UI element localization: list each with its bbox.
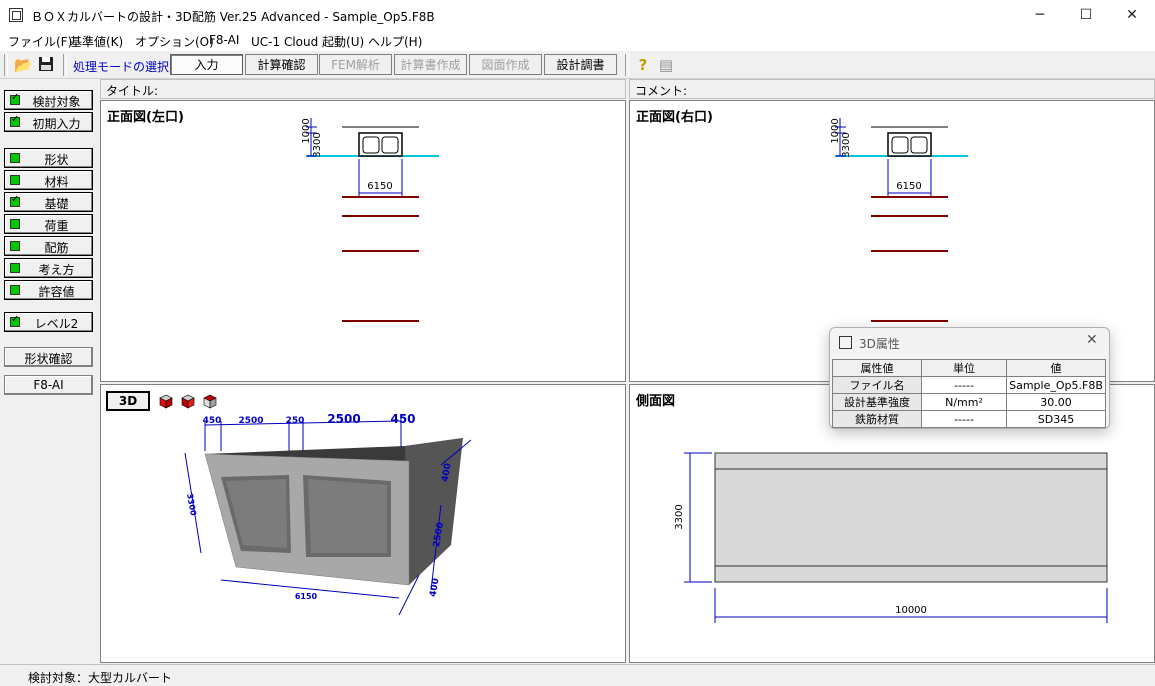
- sidebar-item-allowable[interactable]: 許容値: [4, 280, 93, 300]
- dim-width: 6150: [367, 181, 392, 192]
- dim-3d-d4: 2500: [327, 412, 360, 426]
- table-row: 設計基準強度 N/mm² 30.00: [832, 393, 1106, 411]
- shape-check-button[interactable]: 形状確認: [4, 347, 93, 367]
- col-header-attribute: 属性値: [832, 359, 922, 377]
- dim-3d-h3: 400: [428, 578, 441, 598]
- dim-height: 3300: [841, 132, 852, 157]
- dim-3d-width: 6150: [295, 592, 318, 601]
- design-sheet-button[interactable]: 設計調書: [544, 54, 617, 75]
- title-header: タイトル:: [100, 79, 626, 99]
- comment-label: コメント:: [635, 84, 688, 98]
- dim-side-length: 10000: [895, 605, 927, 616]
- info-card-icon[interactable]: ▤: [657, 56, 675, 74]
- attr-value[interactable]: SD345: [1006, 410, 1106, 428]
- toolbar-separator: [63, 54, 67, 76]
- menu-file[interactable]: ファイル(F): [8, 33, 72, 50]
- menu-uc1-cloud[interactable]: UC-1 Cloud 起動(U): [251, 33, 364, 50]
- sidebar-item-rebar[interactable]: 配筋: [4, 236, 93, 256]
- sidebar-item-material[interactable]: 材料: [4, 170, 93, 190]
- status-icon: [10, 219, 20, 229]
- sidebar-item-level2[interactable]: レベル2: [4, 312, 93, 332]
- status-icon: [10, 175, 20, 185]
- check-icon: [10, 114, 20, 127]
- sidebar-item-shape[interactable]: 形状: [4, 148, 93, 168]
- attr-value[interactable]: 30.00: [1006, 393, 1106, 411]
- table-row: ファイル名 ----- Sample_Op5.F8B: [832, 376, 1106, 394]
- col-header-unit: 単位: [921, 359, 1007, 377]
- close-icon[interactable]: ✕: [1086, 332, 1098, 348]
- menu-options[interactable]: オプション(O): [135, 33, 214, 50]
- dialog-title: 3D属性: [859, 337, 900, 351]
- sidebar-item-initial-input[interactable]: 初期入力: [4, 112, 93, 132]
- mode-select-label: 処理モードの選択: [73, 60, 170, 74]
- status-icon: [10, 153, 20, 163]
- dim-3d-d2: 2500: [238, 416, 263, 426]
- fem-analysis-button[interactable]: FEM解析: [319, 54, 392, 75]
- dim-3d-height: 3300: [185, 493, 198, 517]
- toolbar-grip: [4, 54, 8, 76]
- menu-f8ai[interactable]: F8-AI: [209, 33, 239, 47]
- dim-3d-d1: 450: [203, 416, 222, 426]
- attr-unit: -----: [921, 376, 1007, 394]
- report-create-button[interactable]: 計算書作成: [394, 54, 467, 75]
- view-3d-pane: 3D 450 2500 250 2500 450 400 2500 400 33…: [100, 384, 626, 663]
- open-folder-icon[interactable]: 📂: [14, 56, 33, 74]
- app-icon: [839, 336, 852, 349]
- maximize-button[interactable]: ☐: [1063, 0, 1109, 31]
- check-icon: [10, 314, 20, 327]
- front-view-left-pane: 正面図(左口) 1000 3300 6150: [100, 100, 626, 382]
- front-view-left-drawing: 1000 3300 6150: [301, 118, 439, 322]
- attr-value[interactable]: Sample_Op5.F8B: [1006, 376, 1106, 394]
- 3d-attributes-dialog: 3D属性 ✕ 属性値 単位 値 ファイル名 ----- Sample_Op5.F…: [829, 327, 1110, 429]
- check-icon: [10, 92, 20, 105]
- dim-height: 3300: [312, 132, 323, 157]
- attr-name: ファイル名: [832, 376, 922, 394]
- sidebar: 検討対象 初期入力 形状 材料 基礎 荷重 配筋 考え方 許容値 レベル2 形状…: [0, 79, 98, 662]
- minimize-button[interactable]: ─: [1017, 0, 1063, 31]
- f8ai-button[interactable]: F8-AI: [4, 375, 93, 395]
- dim-3d-d3: 250: [286, 416, 305, 426]
- input-mode-button[interactable]: 入力: [170, 54, 243, 75]
- toolbar-separator: [625, 54, 629, 76]
- menu-standard[interactable]: 基準値(K): [70, 33, 123, 50]
- dim-width: 6150: [896, 181, 921, 192]
- status-icon: [10, 263, 20, 273]
- sidebar-item-foundation[interactable]: 基礎: [4, 192, 93, 212]
- table-row: 鉄筋材質 ----- SD345: [832, 410, 1106, 428]
- status-bar: 検討対象：大型カルバート: [0, 664, 1155, 685]
- drawing-create-button[interactable]: 図面作成: [469, 54, 542, 75]
- dim-3d-d5: 450: [390, 412, 415, 426]
- status-text: 検討対象：大型カルバート: [28, 671, 173, 685]
- check-icon: [10, 194, 20, 207]
- dim-side-height: 3300: [674, 504, 685, 529]
- menu-bar: ファイル(F) 基準値(K) オプション(O) F8-AI UC-1 Cloud…: [0, 31, 1155, 51]
- window-title: ＢＯＸカルバートの設計・3D配筋 Ver.25 Advanced - Sampl…: [31, 10, 435, 24]
- calc-check-button[interactable]: 計算確認: [245, 54, 318, 75]
- app-icon: [9, 8, 23, 22]
- sidebar-item-target[interactable]: 検討対象: [4, 90, 93, 110]
- col-header-value: 値: [1006, 359, 1106, 377]
- sidebar-item-approach[interactable]: 考え方: [4, 258, 93, 278]
- attr-unit: -----: [921, 410, 1007, 428]
- menu-help[interactable]: ヘルプ(H): [368, 33, 422, 50]
- save-icon[interactable]: [37, 56, 55, 74]
- title-label: タイトル:: [106, 84, 159, 98]
- close-button[interactable]: ✕: [1109, 0, 1155, 31]
- dim-top: 1000: [830, 118, 841, 143]
- attributes-table: 属性値 単位 値 ファイル名 ----- Sample_Op5.F8B 設計基準…: [832, 359, 1106, 428]
- dim-top: 1000: [301, 118, 312, 143]
- sidebar-item-load[interactable]: 荷重: [4, 214, 93, 234]
- attr-unit: N/mm²: [921, 393, 1007, 411]
- attr-name: 設計基準強度: [832, 393, 922, 411]
- status-icon: [10, 285, 20, 295]
- comment-header: コメント:: [629, 79, 1155, 99]
- help-icon[interactable]: ?: [634, 56, 652, 74]
- box-culvert-3d-model: 450 2500 250 2500 450 400 2500 400 3300 …: [184, 412, 472, 616]
- attr-name: 鉄筋材質: [832, 410, 922, 428]
- toolbar: 📂 処理モードの選択 入力 計算確認 FEM解析 計算書作成 図面作成 設計調書…: [0, 51, 1155, 79]
- title-bar: ＢＯＸカルバートの設計・3D配筋 Ver.25 Advanced - Sampl…: [0, 0, 1155, 31]
- status-icon: [10, 241, 20, 251]
